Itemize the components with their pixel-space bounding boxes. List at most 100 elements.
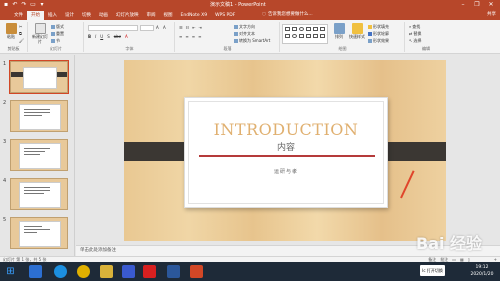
font-color-icon[interactable]: A: [125, 34, 128, 40]
slide-subtitle[interactable]: 内容: [185, 140, 387, 153]
paste-button[interactable]: 粘贴: [3, 23, 19, 45]
app-icon[interactable]: [122, 265, 135, 278]
text-direction-button[interactable]: 文字方向: [234, 24, 255, 30]
font-group: A A B I U S abc A 字体: [85, 22, 175, 52]
decrease-indent-icon[interactable]: ⇤: [192, 25, 195, 31]
tell-me-text: 告诉我您想要做什么...: [267, 12, 313, 17]
drawing-group: 排列 快速样式 形状填充 形状轮廓 形状效果 绘图: [281, 22, 405, 52]
tab-design[interactable]: 设计: [61, 11, 78, 20]
cortana-icon[interactable]: [29, 265, 42, 278]
shape-fill-button[interactable]: 形状填充: [368, 24, 389, 30]
clock-date: 2020/1/20: [470, 272, 494, 277]
shadow-icon[interactable]: S: [107, 34, 110, 40]
slide-edit-area: INTRODUCTION 内容 运研与孝: [76, 55, 500, 245]
arrange-button[interactable]: 排列: [331, 23, 347, 45]
cut-icon[interactable]: ✂: [19, 24, 22, 30]
save-icon[interactable]: ▪: [3, 2, 9, 8]
slide-thumbnail-2[interactable]: [10, 100, 68, 132]
tab-endnote[interactable]: EndNote X9: [177, 11, 212, 20]
shrink-font-icon[interactable]: A: [163, 25, 166, 31]
current-slide[interactable]: INTRODUCTION 内容 运研与孝: [124, 60, 446, 241]
redo-icon[interactable]: ↷: [21, 2, 27, 8]
thumb-number: 2: [3, 100, 7, 106]
bullets-icon[interactable]: ☰: [179, 25, 183, 31]
copy-icon[interactable]: ⧉: [19, 31, 22, 37]
italic-icon[interactable]: I: [95, 34, 96, 40]
numbering-icon[interactable]: ☷: [186, 25, 190, 31]
tab-transitions[interactable]: 切换: [78, 11, 95, 20]
tab-insert[interactable]: 插入: [44, 11, 61, 20]
slide-thumbnail-3[interactable]: [10, 139, 68, 171]
slide-title[interactable]: INTRODUCTION: [185, 120, 387, 139]
slide-thumbnail-1[interactable]: [9, 60, 69, 94]
shapes-gallery[interactable]: [282, 24, 328, 44]
grow-font-icon[interactable]: A: [156, 25, 159, 31]
editing-group: ⌕ 查找 ⇄ 替换 ↖ 选择 编辑: [409, 24, 430, 51]
cursor-icon: ↖: [409, 38, 413, 43]
baidu-watermark: Bai 经验: [416, 234, 483, 253]
align-text-button[interactable]: 对齐文本: [234, 31, 255, 37]
clock-time: 19:12: [475, 265, 489, 270]
window-title: 演示文稿1 - PowerPoint: [210, 2, 266, 8]
slide-caption[interactable]: 运研与孝: [185, 168, 387, 175]
slide-thumbnail-5[interactable]: [10, 217, 68, 249]
word-icon[interactable]: [167, 265, 180, 278]
share-button[interactable]: 共享: [487, 11, 496, 19]
layout-button[interactable]: 版式: [51, 24, 64, 30]
ime-indicator[interactable]: Ic 打开切换: [420, 265, 445, 276]
shape-effects-button[interactable]: 形状效果: [368, 38, 389, 44]
shape-outline-button[interactable]: 形状轮廓: [368, 31, 389, 37]
strikethrough-icon[interactable]: abc: [114, 34, 121, 40]
clipboard-group: 粘贴 ✂ ⧉ 🖌 剪贴板: [0, 22, 28, 52]
font-name-input[interactable]: [88, 25, 138, 31]
quick-styles-button[interactable]: 快速样式: [349, 23, 365, 45]
minimize-button[interactable]: –: [456, 0, 470, 10]
font-size-input[interactable]: [140, 25, 154, 31]
align-center-icon[interactable]: ≡: [185, 34, 188, 40]
tab-slideshow[interactable]: 幻灯片放映: [112, 11, 143, 20]
thumb-number: 1: [3, 61, 7, 67]
tab-file[interactable]: 文件: [10, 11, 27, 20]
slide-thumbnail-4[interactable]: [10, 178, 68, 210]
close-button[interactable]: ✕: [484, 0, 498, 10]
restore-button[interactable]: ❐: [470, 0, 484, 10]
align-left-icon[interactable]: ≡: [179, 34, 182, 40]
select-button[interactable]: ↖ 选择: [409, 38, 421, 44]
reset-button[interactable]: 重置: [51, 31, 64, 37]
tab-view[interactable]: 视图: [160, 11, 177, 20]
powerpoint-icon[interactable]: [190, 265, 203, 278]
lightbulb-icon: ◌: [262, 12, 266, 17]
windows-start-icon[interactable]: ⊞: [4, 265, 17, 278]
ribbon: 粘贴 ✂ ⧉ 🖌 剪贴板 新建幻灯片 版式 重置 节 幻灯片 A A B I U…: [0, 20, 500, 54]
tab-home[interactable]: 开始: [27, 11, 44, 20]
list-buttons: ☰ ☷ ⇤ ⇥: [179, 25, 202, 31]
chrome-icon[interactable]: [77, 265, 90, 278]
file-explorer-icon[interactable]: [100, 265, 113, 278]
underline-icon[interactable]: U: [100, 34, 103, 40]
slide-thumbnails-pane: 1 2 3 4 5: [0, 55, 75, 256]
increase-indent-icon[interactable]: ⇥: [199, 25, 202, 31]
thumb-number: 5: [3, 217, 7, 223]
thumb-number: 4: [3, 178, 7, 184]
replace-button[interactable]: ⇄ 替换: [409, 31, 421, 37]
sogou-icon[interactable]: [54, 265, 67, 278]
section-button[interactable]: 节: [51, 38, 60, 44]
find-button[interactable]: ⌕ 查找: [409, 24, 420, 30]
tab-review[interactable]: 审阅: [143, 11, 160, 20]
new-slide-button[interactable]: 新建幻灯片: [31, 23, 49, 45]
youdao-icon[interactable]: [143, 265, 156, 278]
tab-wps-pdf[interactable]: WPS PDF: [211, 11, 239, 20]
bold-icon[interactable]: B: [88, 34, 91, 40]
tell-me-box[interactable]: ◌ 告诉我您想要做什么...: [262, 11, 313, 19]
customize-icon[interactable]: ▾: [39, 2, 45, 8]
start-presentation-icon[interactable]: ▭: [30, 2, 36, 8]
format-painter-icon[interactable]: 🖌: [19, 38, 24, 44]
system-clock[interactable]: 19:12 2020/1/20: [467, 264, 497, 278]
align-right-icon[interactable]: ≡: [192, 34, 195, 40]
quick-styles-icon: [351, 23, 363, 34]
slide-divider: [199, 155, 375, 157]
smartart-button[interactable]: 转换为 SmartArt: [234, 38, 270, 44]
justify-icon[interactable]: ≡: [198, 34, 201, 40]
undo-icon[interactable]: ↶: [12, 2, 18, 8]
tab-animations[interactable]: 动画: [95, 11, 112, 20]
